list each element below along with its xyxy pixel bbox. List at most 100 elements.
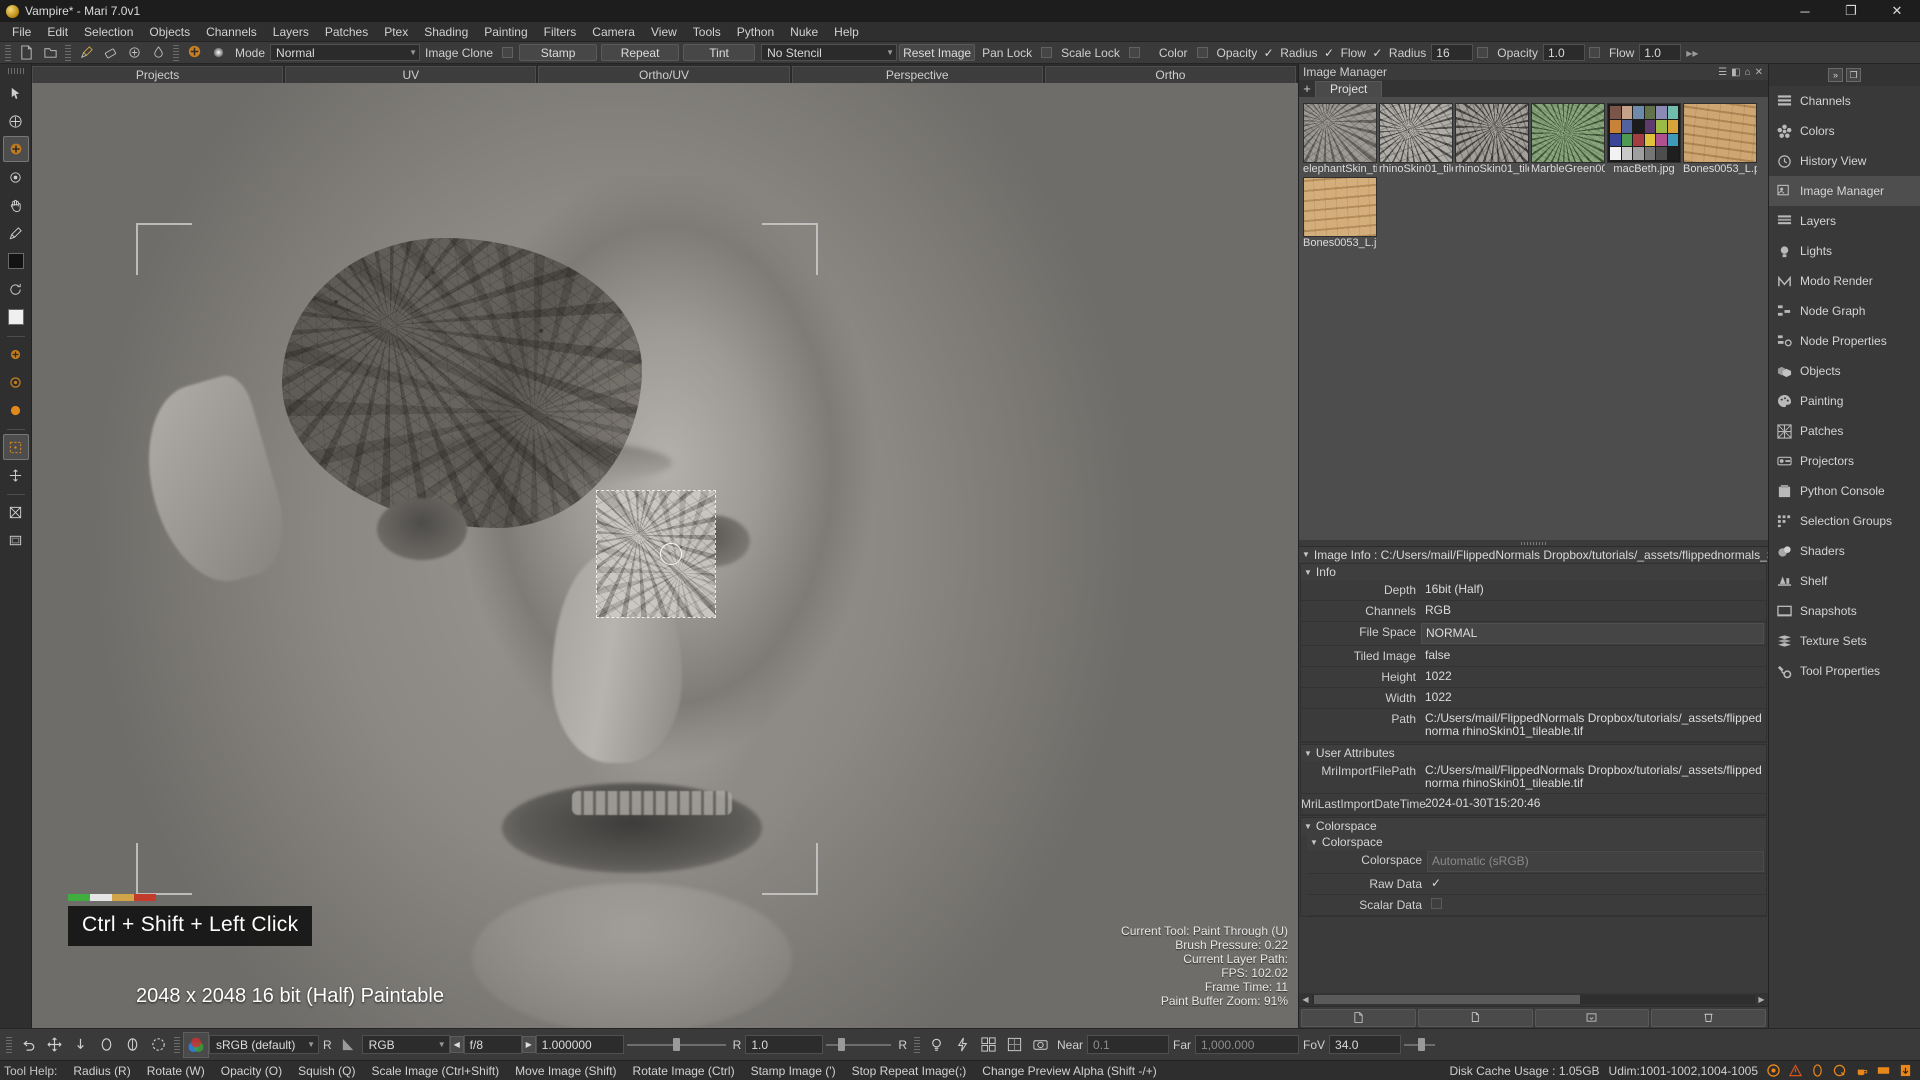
flow-input[interactable]: 1.0 [1639, 44, 1682, 61]
undo-icon[interactable] [15, 1032, 41, 1058]
property-value[interactable]: 2024-01-30T15:20:46 [1421, 794, 1766, 813]
image-thumbnail-skin-crack2[interactable] [1455, 103, 1529, 163]
menu-selection[interactable]: Selection [76, 22, 141, 42]
palette-item-objects[interactable]: Objects [1769, 356, 1920, 386]
rotate-cw-icon[interactable] [119, 1032, 145, 1058]
paint-through-tool-icon[interactable] [2, 136, 29, 162]
viewport-canvas[interactable]: Ctrl + Shift + Left Click 2048 x 2048 16… [32, 83, 1298, 1028]
palette-item-modo-render[interactable]: Modo Render [1769, 266, 1920, 296]
radius-checkbox-on[interactable]: ✓ [1323, 46, 1336, 60]
minimize-button[interactable]: ─ [1782, 0, 1828, 22]
image-thumbnail-cell[interactable]: rhinoSkin01_tile [1379, 103, 1453, 175]
palette-item-painting[interactable]: Painting [1769, 386, 1920, 416]
exposure-input[interactable]: f/8 [463, 1035, 522, 1054]
image-thumbnail-bone2[interactable] [1303, 177, 1377, 237]
info-group-header[interactable]: ▼ Info [1301, 564, 1766, 580]
image-info-scroll-area[interactable]: ▼ Info Depth 16bit (Half) Channels RGB File … [1299, 562, 1768, 993]
panel-split-icon[interactable]: ◧ [1730, 67, 1741, 78]
opacity-checkbox-on[interactable]: ✓ [1262, 46, 1275, 60]
rotate-tool-icon[interactable] [3, 276, 29, 302]
new-project-icon[interactable] [15, 43, 37, 62]
expand-palettes-icon[interactable]: » [1828, 68, 1843, 82]
paint-icon[interactable] [1833, 1064, 1846, 1077]
palette-item-lights[interactable]: Lights [1769, 236, 1920, 266]
udim-icon[interactable] [1877, 1064, 1890, 1077]
menu-tools[interactable]: Tools [685, 22, 729, 42]
lightbulb-icon[interactable] [923, 1032, 949, 1058]
panel-menu-icon[interactable]: ☰ [1717, 67, 1728, 78]
property-value[interactable]: C:/Users/mail/FlippedNormals Dropbox/tut… [1421, 761, 1766, 793]
image-thumbnail-cell[interactable]: macBeth.jpg [1607, 103, 1681, 175]
add-image-button[interactable] [1301, 1008, 1416, 1027]
menu-objects[interactable]: Objects [141, 22, 198, 42]
fov-slider[interactable] [1404, 1038, 1436, 1051]
scroll-thumb[interactable] [1314, 995, 1580, 1004]
property-value[interactable]: false [1421, 646, 1766, 665]
palette-item-layers[interactable]: Layers [1769, 206, 1920, 236]
palette-item-selection-groups[interactable]: Selection Groups [1769, 506, 1920, 536]
toolbar-grip-2[interactable] [65, 44, 71, 61]
image-thumbnail-skin-crack[interactable] [1379, 103, 1453, 163]
warning-icon[interactable] [1789, 1064, 1802, 1077]
duplicate-image-button[interactable] [1417, 1008, 1533, 1027]
far-input[interactable]: 1,000.000 [1195, 1035, 1300, 1054]
image-thumbnail-bone[interactable] [1683, 103, 1757, 163]
colorspace-subgroup-header[interactable]: ▼ Colorspace [1307, 834, 1766, 850]
menu-nuke[interactable]: Nuke [782, 22, 826, 42]
scroll-right-icon[interactable]: ▶ [1755, 995, 1768, 1004]
image-thumbnail-cell[interactable]: Bones0053_L.jp [1303, 177, 1377, 249]
palette-item-snapshots[interactable]: Snapshots [1769, 596, 1920, 626]
add-tab-button[interactable]: + [1299, 81, 1315, 97]
property-value[interactable]: C:/Users/mail/FlippedNormals Dropbox/tut… [1421, 709, 1766, 741]
toolbar-grip-1[interactable] [5, 44, 11, 61]
hand-tool-icon[interactable] [3, 192, 29, 218]
stamp-button[interactable]: Stamp [519, 44, 598, 61]
flatten-icon[interactable] [67, 1032, 93, 1058]
palette-item-shaders[interactable]: Shaders [1769, 536, 1920, 566]
close-button[interactable]: ✕ [1874, 0, 1920, 22]
maximize-button[interactable]: ❐ [1828, 0, 1874, 22]
foreground-color-swatch[interactable] [3, 248, 29, 274]
brush-icon[interactable] [75, 43, 97, 62]
opacity-pressure-checkbox[interactable] [1588, 47, 1600, 58]
export-image-button[interactable] [1534, 1008, 1650, 1027]
palette-item-python-console[interactable]: Python Console [1769, 476, 1920, 506]
eraser-icon[interactable] [99, 43, 121, 62]
palette-item-projectors[interactable]: Projectors [1769, 446, 1920, 476]
blur-tool-icon[interactable] [3, 164, 29, 190]
radius-pressure-checkbox[interactable] [1477, 47, 1489, 58]
clone-source-stamp[interactable] [596, 490, 716, 618]
toolbar-grip-3[interactable] [173, 44, 179, 61]
colorspace-header[interactable]: ▼ Colorspace [1301, 818, 1766, 834]
palette-item-tool-properties[interactable]: Tool Properties [1769, 656, 1920, 686]
fov-input[interactable]: 34.0 [1329, 1035, 1402, 1054]
menu-file[interactable]: File [4, 22, 39, 42]
property-value[interactable]: 16bit (Half) [1421, 580, 1766, 599]
burn-tool-icon[interactable] [3, 369, 29, 395]
menu-python[interactable]: Python [729, 22, 782, 42]
frame-tool-icon[interactable] [3, 527, 29, 553]
menu-camera[interactable]: Camera [584, 22, 643, 42]
float-palettes-icon[interactable]: ❐ [1846, 68, 1861, 82]
viewport-tab-projects[interactable]: Projects [32, 66, 284, 83]
image-clone-checkbox[interactable] [502, 47, 514, 58]
image-thumbnail-skin-gray[interactable] [1303, 103, 1377, 163]
pan-tool-icon[interactable] [3, 108, 29, 134]
marquee-tool-icon[interactable] [2, 434, 29, 460]
grid-tool-icon[interactable] [3, 499, 29, 525]
open-project-icon[interactable] [39, 43, 61, 62]
radius-input[interactable]: 16 [1431, 44, 1474, 61]
scroll-left-icon[interactable]: ◀ [1299, 995, 1312, 1004]
palette-item-channels[interactable]: Channels [1769, 86, 1920, 116]
property-value-readonly[interactable]: Automatic (sRGB) [1427, 851, 1764, 872]
download-icon[interactable] [1899, 1064, 1912, 1077]
3d-viewport[interactable]: Ctrl + Shift + Left Click 2048 x 2048 16… [32, 83, 1298, 1028]
panel-float-icon[interactable]: ⌂ [1744, 67, 1752, 78]
color-checkbox[interactable] [1196, 47, 1208, 58]
channel-dropdown[interactable]: RGB ▼ [361, 1035, 450, 1054]
stamp-tool-icon[interactable] [183, 43, 205, 62]
mode-dropdown[interactable]: Normal ▼ [270, 44, 421, 61]
menu-shading[interactable]: Shading [416, 22, 476, 42]
property-value-field[interactable]: NORMAL [1421, 623, 1764, 644]
repeat-button[interactable]: Repeat [601, 44, 680, 61]
